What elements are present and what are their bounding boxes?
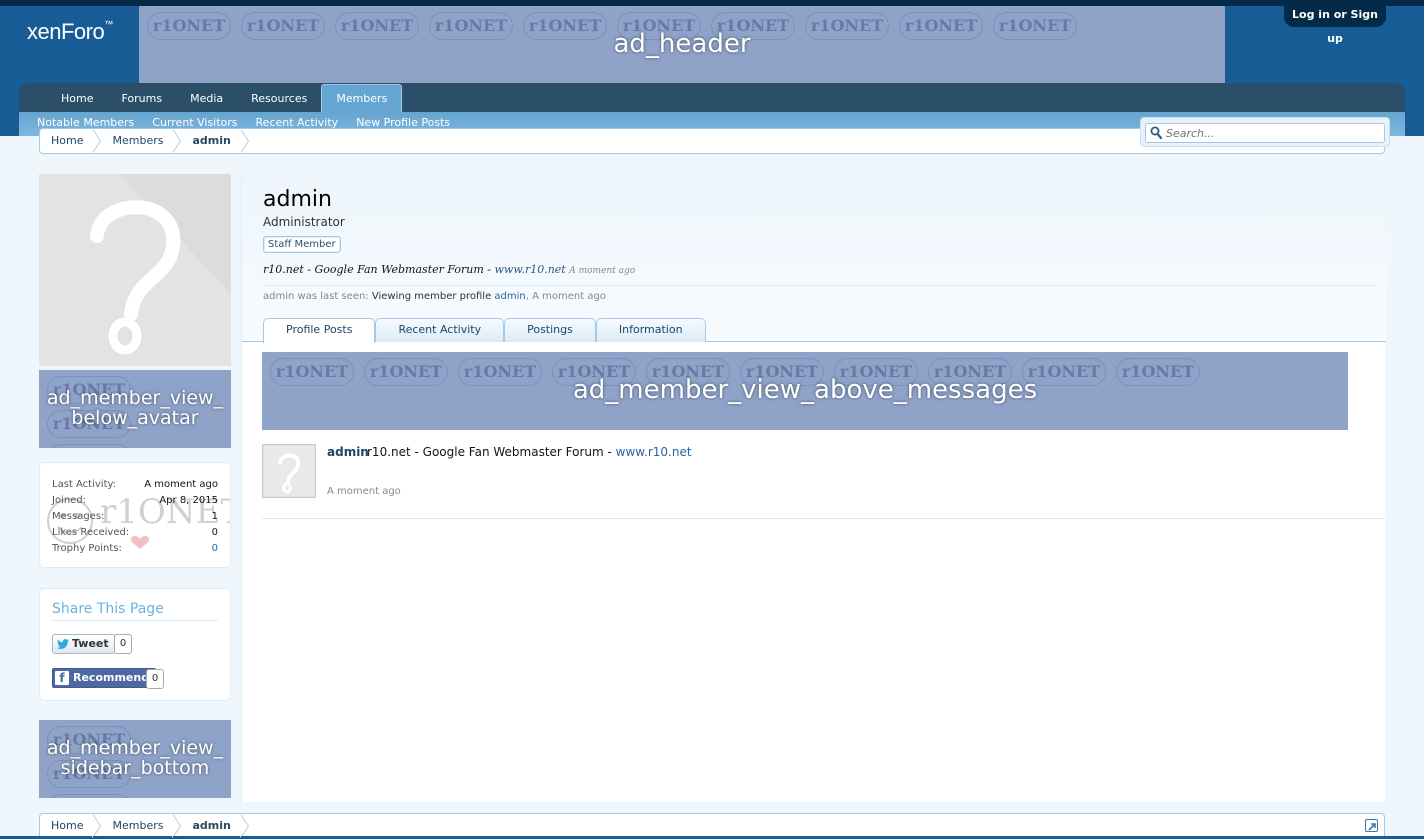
divider: [263, 285, 1376, 286]
nav-tab-media[interactable]: Media: [176, 86, 237, 112]
last-seen: admin was last seen: Viewing member prof…: [263, 291, 606, 302]
info-value: 0: [211, 527, 218, 538]
breadcrumb-current[interactable]: admin: [181, 814, 250, 838]
ad-above-messages-label: ad_member_view_above_messages: [572, 375, 1038, 406]
search-input[interactable]: [1166, 125, 1380, 141]
info-label: Messages:: [52, 511, 105, 522]
post-link[interactable]: www.r10.net: [616, 445, 692, 459]
breadcrumb-members[interactable]: Members: [101, 814, 182, 838]
info-label: Joined:: [52, 495, 87, 506]
site-logo[interactable]: xenForo™: [27, 19, 113, 45]
info-row-messages: Messages: 1: [52, 509, 218, 525]
last-seen-link[interactable]: admin: [494, 291, 525, 302]
search-field: [1145, 123, 1385, 143]
login-signup-link[interactable]: Log in or Sign up: [1284, 3, 1386, 45]
search-icon: [1150, 126, 1162, 140]
post-author-avatar[interactable]: [262, 444, 316, 498]
info-value: Apr 8, 2015: [159, 495, 218, 506]
breadcrumb-home[interactable]: Home: [40, 129, 102, 153]
share-title: Share This Page: [52, 601, 218, 621]
info-row-last-activity: Last Activity: A moment ago: [52, 477, 218, 493]
nav-tab-home[interactable]: Home: [47, 86, 107, 112]
nav-tab-resources[interactable]: Resources: [237, 86, 321, 112]
last-seen-prefix: admin was last seen:: [263, 291, 369, 302]
tweet-count: 0: [114, 634, 132, 654]
profile-header: admin Administrator Staff Member r10.net…: [242, 174, 1386, 343]
info-row-trophy: Trophy Points: 0: [52, 541, 218, 557]
ad-sidebar-bottom-label: ad_member_view_sidebar_bottom: [46, 737, 224, 779]
twitter-bird-icon: [57, 639, 69, 649]
info-label: Trophy Points:: [52, 543, 122, 554]
logo-trademark: ™: [104, 19, 113, 29]
info-row-joined: Joined: Apr 8, 2015: [52, 493, 218, 509]
member-avatar[interactable]: [39, 174, 231, 366]
post-author-link[interactable]: admin: [327, 445, 369, 459]
tweet-button[interactable]: Tweet: [52, 634, 115, 654]
post-time[interactable]: A moment ago: [327, 486, 401, 497]
facebook-recommend-button[interactable]: f Recommend: [52, 668, 157, 688]
info-label: Last Activity:: [52, 479, 117, 490]
share-box: Share This Page Tweet 0 f Recommend 0: [39, 588, 231, 701]
recommend-count: 0: [146, 669, 164, 689]
nav-tab-forums[interactable]: Forums: [107, 86, 176, 112]
main-navigation: Home Forums Media Resources Members: [19, 83, 1405, 112]
info-label: Likes Received:: [52, 527, 130, 538]
last-seen-action: Viewing member profile: [371, 291, 492, 302]
search-bar: [1140, 117, 1390, 147]
staff-member-badge: Staff Member: [263, 236, 341, 253]
tab-information[interactable]: Information: [595, 318, 706, 342]
breadcrumb-current[interactable]: admin: [181, 129, 250, 153]
profile-username: admin: [263, 187, 332, 212]
avatar-placeholder-icon: [39, 174, 231, 366]
post-text: r10.net - Google Fan Webmaster Forum -: [367, 445, 616, 459]
post-message: r10.net - Google Fan Webmaster Forum - w…: [367, 445, 692, 459]
status-text: r10.net - Google Fan Webmaster Forum -: [263, 263, 495, 276]
tab-profile-posts[interactable]: Profile Posts: [263, 318, 376, 343]
last-seen-time: A moment ago: [532, 291, 606, 302]
jump-to-top-icon[interactable]: [1365, 819, 1378, 832]
ad-above-messages[interactable]: r1ONET r1ONET r1ONET r1ONET r1ONET r1ONE…: [262, 352, 1348, 430]
facebook-icon: f: [55, 671, 69, 685]
breadcrumb-home[interactable]: Home: [40, 814, 102, 838]
nav-tab-members[interactable]: Members: [321, 84, 403, 112]
profile-tabs: Profile Posts Recent Activity Postings I…: [263, 318, 706, 343]
status-link[interactable]: www.r10.net: [495, 263, 566, 276]
recommend-label: Recommend: [73, 671, 150, 684]
member-info-box: r1ONET Last Activity: A moment ago Joine…: [39, 462, 231, 568]
trophy-points-link[interactable]: 0: [212, 541, 218, 557]
tab-recent-activity[interactable]: Recent Activity: [375, 318, 505, 342]
info-value: A moment ago: [144, 479, 218, 490]
tweet-label: Tweet: [72, 637, 109, 650]
logo-text: xenForo: [27, 19, 105, 44]
breadcrumb-members[interactable]: Members: [101, 129, 182, 153]
profile-user-title: Administrator: [263, 215, 345, 229]
info-row-likes: Likes Received: 0: [52, 525, 218, 541]
status-time: A moment ago: [569, 266, 636, 276]
ad-header-label: ad_header: [613, 28, 751, 59]
info-value: 1: [211, 511, 218, 522]
avatar-placeholder-icon: [264, 446, 314, 496]
tab-postings[interactable]: Postings: [504, 318, 596, 342]
ad-below-avatar[interactable]: r1ONET r1ONET r1ONET r1ONET ad_member_vi…: [39, 370, 231, 448]
ad-below-avatar-label: ad_member_view_below_avatar: [46, 387, 224, 429]
profile-status: r10.net - Google Fan Webmaster Forum - w…: [263, 263, 635, 276]
profile-post: admin r10.net - Google Fan Webmaster For…: [262, 444, 1385, 519]
ad-header[interactable]: r1ONET r1ONET r1ONET r1ONET r1ONET r1ONE…: [139, 6, 1225, 83]
ad-sidebar-bottom[interactable]: r1ONET r1ONET r1ONET r1ONET ad_member_vi…: [39, 720, 231, 798]
